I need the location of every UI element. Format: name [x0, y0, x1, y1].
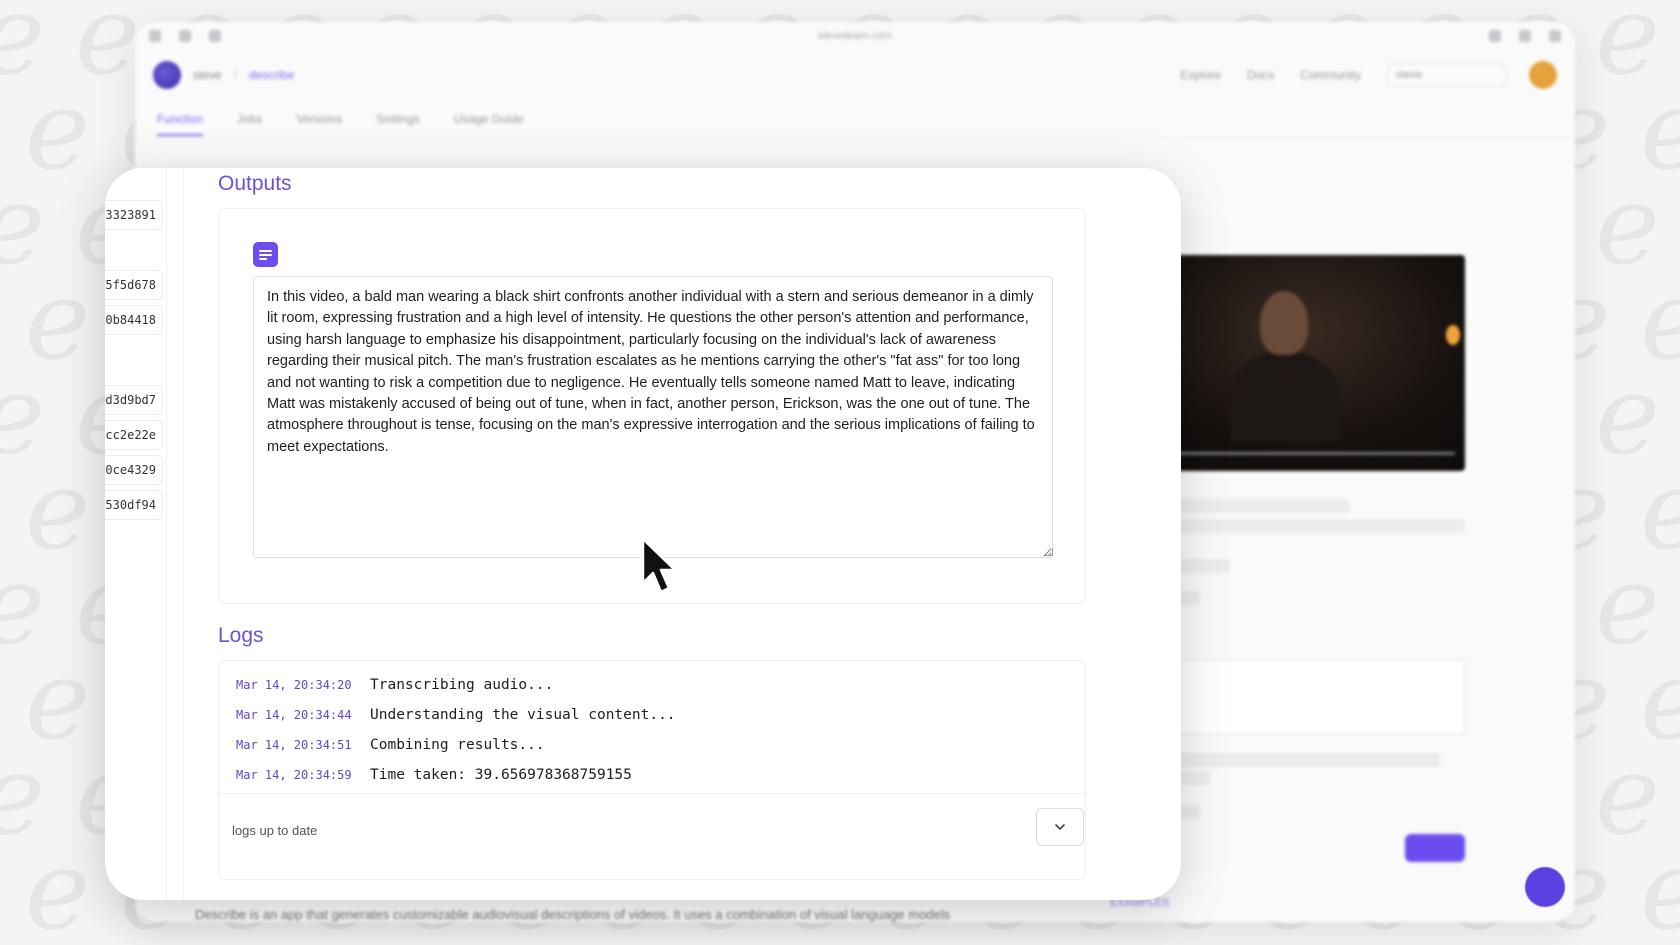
- watermark-glyph: e: [25, 826, 91, 945]
- reload-icon[interactable]: [209, 30, 221, 42]
- log-entry: Mar 14, 20:34:59 Time taken: 39.65697836…: [236, 767, 632, 783]
- job-id[interactable]: 530df94: [105, 490, 163, 520]
- chat-support-button[interactable]: [1525, 867, 1565, 907]
- logs-divider: [219, 793, 1085, 794]
- extension-icon[interactable]: [1489, 30, 1501, 42]
- submit-button[interactable]: [1405, 834, 1465, 862]
- app-tabs: Function Jobs Versions Settings Usage Gu…: [135, 100, 1575, 138]
- nav-docs[interactable]: Docs: [1247, 68, 1274, 82]
- log-message: Transcribing audio...: [370, 677, 554, 693]
- app-description: Describe is an app that generates custom…: [195, 907, 951, 922]
- account-select[interactable]: steve: [1387, 63, 1507, 87]
- log-entry: Mar 14, 20:34:20 Transcribing audio...: [236, 677, 553, 693]
- job-list: 3323891 5f5d678 0b84418 d3d9bd7 cc2e22e …: [105, 168, 167, 900]
- nav-community[interactable]: Community: [1300, 68, 1361, 82]
- breadcrumb-app[interactable]: describe: [249, 68, 294, 82]
- logs-status: logs up to date: [232, 823, 318, 838]
- logs-panel: Mar 14, 20:34:20 Transcribing audio... M…: [218, 660, 1086, 880]
- tab-versions[interactable]: Versions: [296, 112, 342, 126]
- video-subject-head: [1260, 291, 1308, 355]
- mouse-pointer-icon: [641, 537, 677, 594]
- forward-icon[interactable]: [179, 30, 191, 42]
- breadcrumb-org[interactable]: steve: [193, 68, 222, 82]
- app-header: steve / describe Explore Docs Community …: [135, 50, 1575, 100]
- address-bar[interactable]: steveteam.com: [239, 30, 1471, 42]
- app-logo[interactable]: [153, 61, 181, 89]
- breadcrumb-separator: /: [233, 68, 238, 82]
- scroll-to-bottom-button[interactable]: [1036, 808, 1084, 846]
- text-lines-icon: [253, 242, 278, 267]
- tab-usage-guide[interactable]: Usage Guide: [454, 112, 524, 126]
- job-id[interactable]: cc2e22e: [105, 420, 163, 450]
- job-id[interactable]: 3323891: [105, 200, 163, 230]
- tab-jobs[interactable]: Jobs: [237, 112, 262, 126]
- log-entry: Mar 14, 20:34:51 Combining results...: [236, 737, 545, 753]
- video-subject-body: [1230, 351, 1340, 441]
- zoom-card: 3323891 5f5d678 0b84418 d3d9bd7 cc2e22e …: [105, 168, 1181, 900]
- video-lamp: [1446, 325, 1460, 345]
- back-icon[interactable]: [149, 30, 161, 42]
- job-id[interactable]: 0ce4329: [105, 455, 163, 485]
- resize-handle-icon[interactable]: [1045, 548, 1053, 556]
- job-id[interactable]: d3d9bd7: [105, 385, 163, 415]
- tab-function[interactable]: Function: [157, 112, 204, 136]
- user-avatar[interactable]: [1529, 61, 1557, 89]
- log-message: Combining results...: [370, 737, 545, 753]
- job-id[interactable]: 0b84418: [105, 305, 163, 335]
- log-message: Time taken: 39.656978368759155: [370, 767, 632, 783]
- tab-settings[interactable]: Settings: [376, 112, 419, 126]
- outputs-title: Outputs: [218, 172, 292, 195]
- share-icon[interactable]: [1519, 30, 1531, 42]
- log-timestamp: Mar 14, 20:34:44: [236, 708, 352, 722]
- chevron-down-icon: [1055, 824, 1065, 830]
- column-divider: [183, 168, 184, 900]
- log-message: Understanding the visual content...: [370, 707, 676, 723]
- browser-chrome: steveteam.com: [135, 22, 1575, 50]
- logs-title: Logs: [218, 624, 264, 647]
- log-timestamp: Mar 14, 20:34:20: [236, 678, 352, 692]
- tabs-icon[interactable]: [1549, 30, 1561, 42]
- log-timestamp: Mar 14, 20:34:51: [236, 738, 352, 752]
- nav-explore[interactable]: Explore: [1180, 68, 1221, 82]
- log-entry: Mar 14, 20:34:44 Understanding the visua…: [236, 707, 676, 723]
- job-id[interactable]: 5f5d678: [105, 270, 163, 300]
- watermark-glyph: e: [1640, 835, 1680, 945]
- log-timestamp: Mar 14, 20:34:59: [236, 768, 352, 782]
- output-textarea[interactable]: In this video, a bald man wearing a blac…: [253, 276, 1053, 558]
